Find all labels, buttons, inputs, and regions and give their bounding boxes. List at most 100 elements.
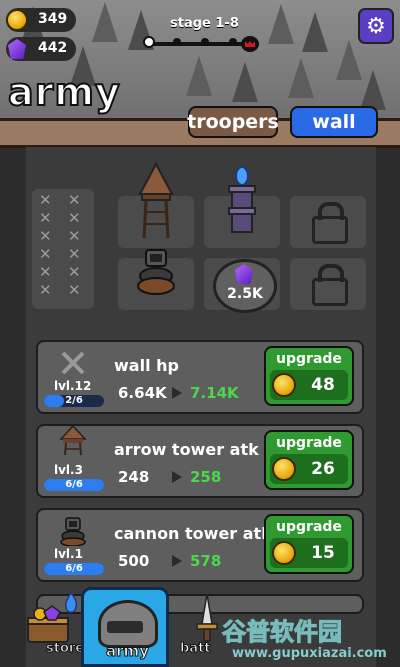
upgrade-button-label: upgrade	[276, 435, 342, 451]
locked-slot[interactable]	[290, 196, 366, 248]
nav-battle-label: batt	[180, 641, 212, 657]
coin-icon	[272, 457, 296, 481]
crossed-swords-icon: ✕	[39, 191, 52, 209]
lock-icon	[312, 264, 348, 306]
upgrade-cost-value: 26	[311, 459, 335, 479]
unlock-cost-value: 2.5K	[227, 286, 263, 302]
crossed-swords-icon: ✕	[68, 245, 81, 263]
level-label: lvl.1	[54, 547, 83, 561]
crossed-swords-icon: ✕	[39, 227, 52, 245]
coin-icon	[6, 9, 28, 31]
cannon-tower-slot[interactable]	[118, 249, 194, 310]
sword-icon	[196, 594, 218, 642]
next-value: 7.14K	[190, 384, 239, 402]
upgrade-button-label: upgrade	[276, 519, 342, 535]
crossed-swords-icon	[61, 351, 85, 375]
upgrade-card-arrow-tower: lvl.3 6/6 arrow tower atk 248 258 upgrad…	[36, 424, 364, 498]
arrow-right-icon	[172, 387, 182, 399]
locked-slot[interactable]	[290, 258, 366, 310]
gem-icon	[8, 39, 26, 59]
settings-button[interactable]: ⚙	[358, 8, 394, 44]
gem-value: 442	[38, 40, 68, 56]
blue-flame-icon	[65, 592, 78, 613]
level-progress-bar: 6/6	[44, 563, 104, 575]
watermark-text: 谷普软件园	[222, 618, 343, 647]
arrow-right-icon	[172, 471, 182, 483]
tab-troopers[interactable]: troopers	[187, 106, 279, 138]
stage-node-current	[143, 36, 155, 48]
level-progress-text: 6/6	[65, 563, 83, 574]
current-value: 500	[118, 552, 150, 570]
watermark-url: www.gupuxiazai.com	[232, 646, 387, 661]
tree	[360, 70, 386, 110]
tree	[92, 2, 118, 42]
swords-slot[interactable]: ✕ ✕ ✕ ✕ ✕ ✕ ✕ ✕ ✕ ✕ ✕ ✕	[32, 189, 94, 309]
upgrade-button[interactable]: upgrade 15	[264, 514, 354, 574]
current-value: 6.64K	[118, 384, 167, 402]
helmet-icon	[98, 600, 158, 648]
upgrade-cost-value: 48	[311, 375, 335, 395]
crossed-swords-icon: ✕	[68, 191, 81, 209]
crossed-swords-icon: ✕	[68, 281, 81, 299]
level-progress-text: 6/6	[65, 479, 83, 490]
upgrade-name: wall hp	[114, 356, 179, 375]
upgrade-cost: 15	[270, 538, 348, 568]
upgrade-name: arrow tower atk	[114, 440, 259, 459]
gem-icon	[235, 264, 253, 284]
gear-icon: ⚙	[366, 13, 386, 39]
gem-counter: 442	[6, 37, 76, 61]
upgrade-card-cannon-tower: lvl.1 6/6 cannon tower atk 500 578 upgra…	[36, 508, 364, 582]
cannon-tower-icon	[60, 517, 86, 546]
tree	[302, 12, 328, 52]
upgrade-button[interactable]: upgrade 48	[264, 346, 354, 406]
arrow-right-icon	[172, 555, 182, 567]
stage-node	[201, 38, 209, 46]
tree	[268, 4, 294, 44]
next-value: 578	[190, 552, 222, 570]
stage-label: stage 1-8	[170, 16, 239, 31]
boss-crown-icon	[241, 36, 259, 52]
upgrade-button[interactable]: upgrade 26	[264, 430, 354, 490]
crossed-swords-icon: ✕	[68, 227, 81, 245]
coin-counter: 349	[6, 8, 76, 32]
coin-icon	[272, 373, 296, 397]
next-value: 258	[190, 468, 222, 486]
cannon-tower-icon	[137, 249, 175, 295]
upgrade-cost-value: 15	[311, 543, 335, 563]
upgrade-cost: 48	[270, 370, 348, 400]
nav-store-label: store	[45, 641, 85, 657]
tree	[186, 56, 212, 96]
arrow-tower-slot[interactable]	[118, 162, 194, 248]
level-label: lvl.12	[54, 379, 92, 393]
lock-icon	[312, 202, 348, 244]
coin-icon	[272, 541, 296, 565]
nav-army-button[interactable]: army	[81, 587, 169, 667]
level-progress-bar: 2/6	[44, 395, 104, 407]
tab-wall[interactable]: wall	[290, 106, 378, 138]
arrow-tower-icon	[59, 424, 87, 456]
tree	[232, 62, 258, 102]
crossed-swords-icon: ✕	[39, 245, 52, 263]
level-label: lvl.3	[54, 463, 83, 477]
tree	[336, 40, 362, 80]
coin-value: 349	[38, 11, 68, 27]
magic-tower-icon	[228, 166, 256, 233]
level-progress-bar: 6/6	[44, 479, 104, 491]
unlock-cost-button[interactable]: 2.5K	[213, 259, 277, 313]
crossed-swords-icon: ✕	[39, 281, 52, 299]
upgrade-button-label: upgrade	[276, 351, 342, 367]
crossed-swords-icon: ✕	[68, 263, 81, 281]
crossed-swords-icon: ✕	[68, 209, 81, 227]
nav-army-label: army	[106, 642, 150, 661]
upgrade-cost: 26	[270, 454, 348, 484]
level-progress-text: 2/6	[65, 395, 83, 406]
current-value: 248	[118, 468, 150, 486]
magic-tower-slot[interactable]	[204, 166, 280, 248]
upgrade-card-wall-hp: lvl.12 2/6 wall hp 6.64K 7.14K upgrade 4…	[36, 340, 364, 414]
arrow-tower-icon	[138, 162, 174, 239]
crossed-swords-icon: ✕	[39, 209, 52, 227]
stage-node	[229, 38, 237, 46]
crossed-swords-icon: ✕	[39, 263, 52, 281]
page-title: army	[7, 69, 121, 115]
stage-node	[173, 38, 181, 46]
